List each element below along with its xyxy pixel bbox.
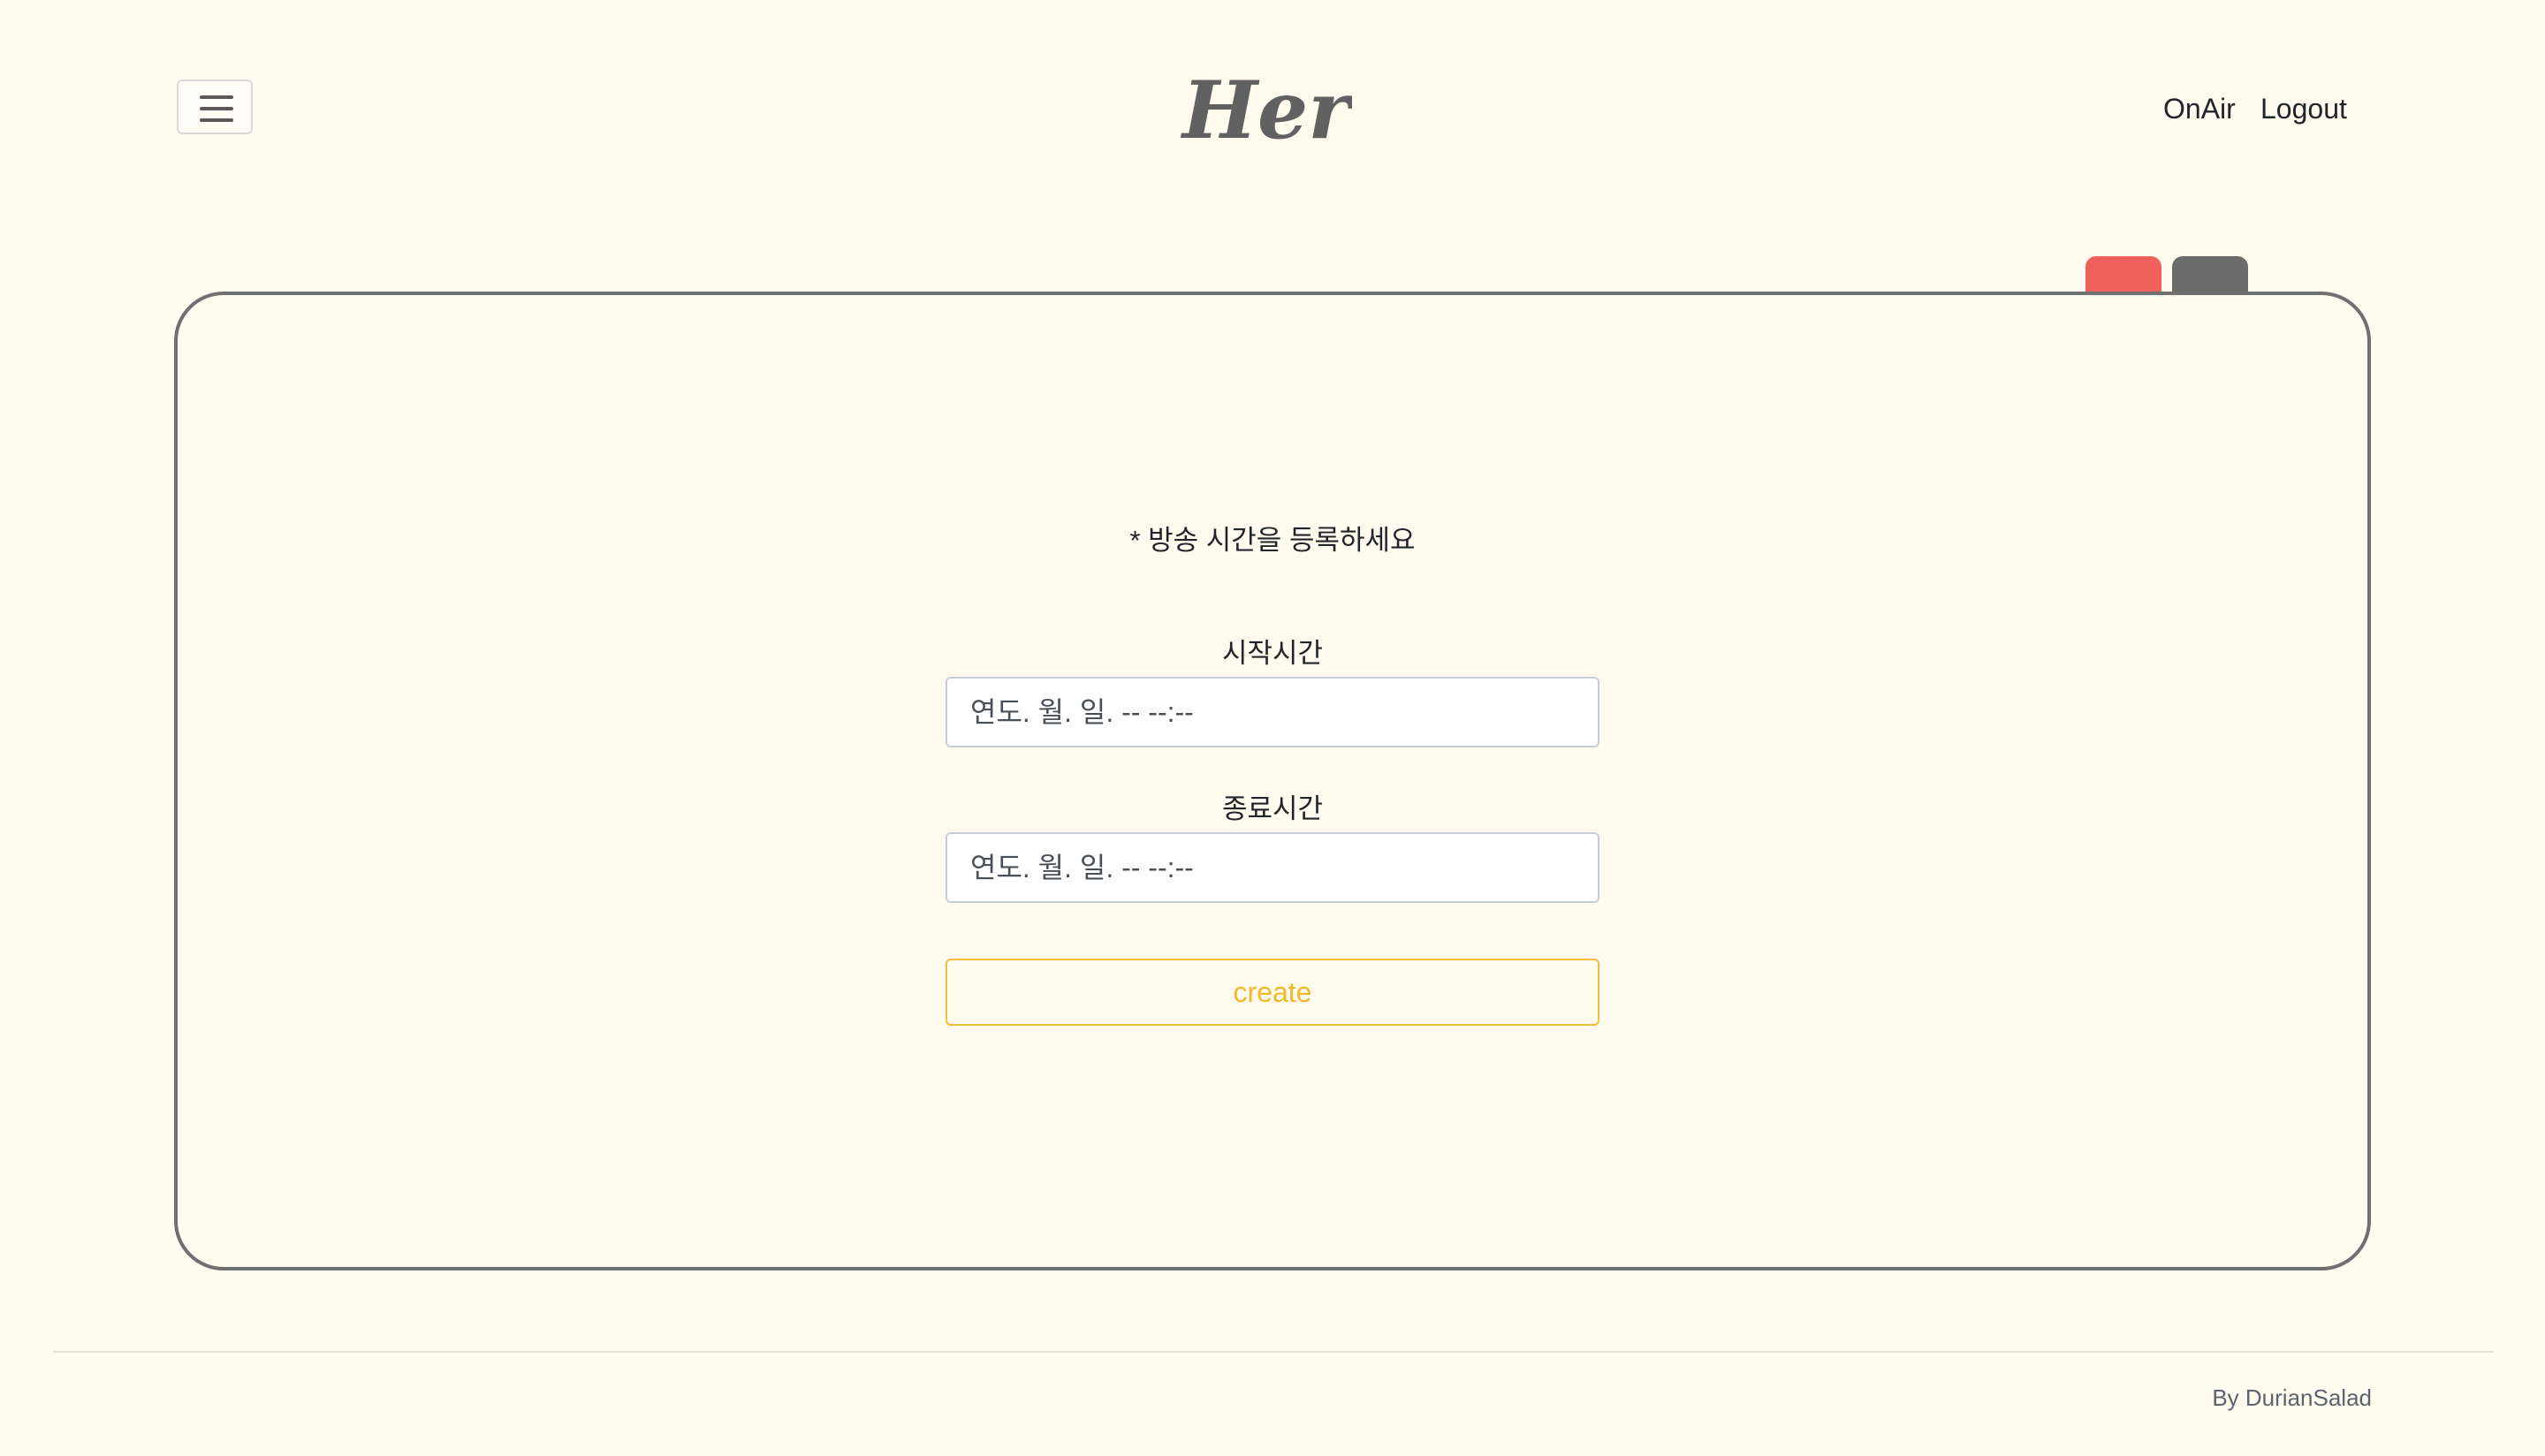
tab-red[interactable] bbox=[2085, 256, 2161, 295]
nav-onair-link[interactable]: OnAir bbox=[2163, 88, 2236, 129]
end-time-label: 종료시간 bbox=[1221, 793, 1324, 824]
footer-divider bbox=[53, 1351, 2494, 1353]
footer-credit: By DurianSalad bbox=[2212, 1384, 2372, 1411]
nav-logout-link[interactable]: Logout bbox=[2260, 88, 2347, 129]
schedule-card bbox=[174, 292, 2371, 1270]
end-time-input[interactable]: 연도. 월. 일. -- --:-- bbox=[946, 832, 1599, 903]
hamburger-menu-icon bbox=[200, 95, 233, 122]
hertz-logo[interactable]: Hertz bbox=[1175, 51, 1352, 166]
logo-text: Hertz bbox=[1180, 64, 1352, 157]
menu-button[interactable] bbox=[177, 80, 253, 134]
form-notice: * 방송 시간을 등록하세요 bbox=[1129, 525, 1416, 556]
tab-gray[interactable] bbox=[2172, 256, 2248, 295]
create-button[interactable]: create bbox=[946, 959, 1599, 1026]
start-time-input[interactable]: 연도. 월. 일. -- --:-- bbox=[946, 677, 1599, 747]
start-time-label: 시작시간 bbox=[1221, 638, 1324, 669]
